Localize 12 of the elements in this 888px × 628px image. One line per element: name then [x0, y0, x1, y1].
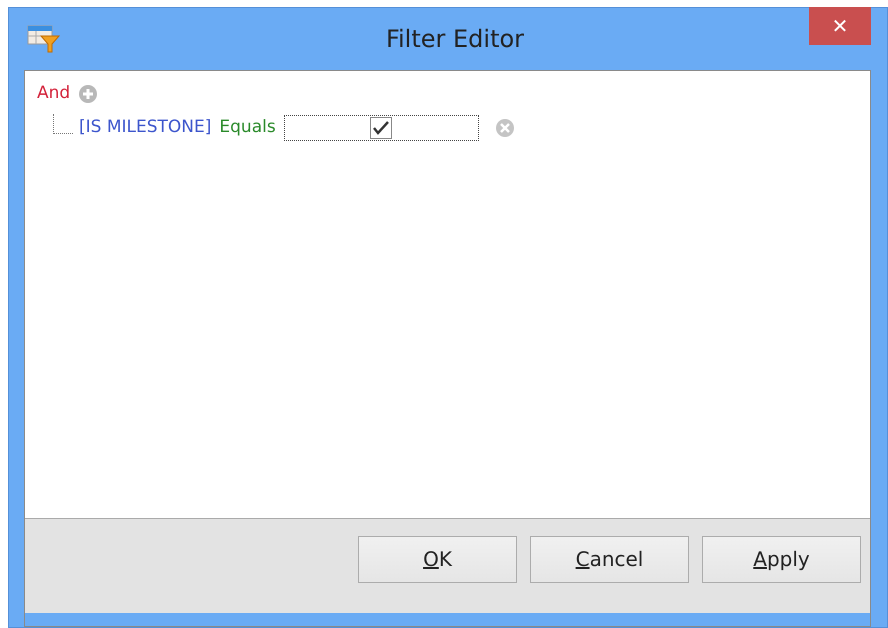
filter-table-icon: [27, 24, 61, 54]
field-name-link[interactable]: [IS MILESTONE]: [79, 114, 212, 140]
add-icon[interactable]: [78, 84, 98, 104]
dialog-button[interactable]: OK: [358, 536, 517, 582]
group-operator-link[interactable]: And: [37, 81, 70, 106]
operator-link[interactable]: Equals: [219, 114, 276, 140]
remove-icon[interactable]: [494, 118, 515, 138]
window-title: Filter Editor: [384, 24, 526, 55]
dialog-button[interactable]: Apply: [702, 536, 861, 582]
value-checkbox[interactable]: [370, 116, 392, 138]
dialog-button[interactable]: Cancel: [530, 536, 689, 582]
close-button[interactable]: ✕: [809, 7, 871, 45]
